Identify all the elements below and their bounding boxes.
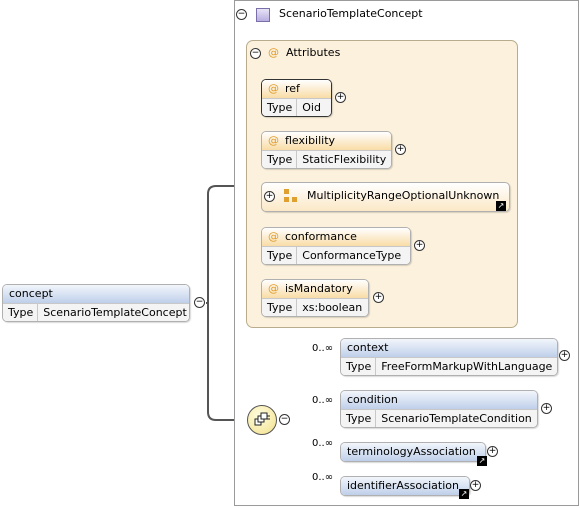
collapse-toggle-complex-type[interactable]: −: [236, 9, 247, 20]
type-key: Type: [262, 247, 298, 264]
type-key: Type: [341, 410, 377, 427]
type-value: ConformanceType: [302, 249, 402, 262]
occurrence-label: 0..∞: [312, 395, 334, 406]
attribute-group-icon: [284, 189, 297, 202]
attribute-ref[interactable]: @ ref Type Oid: [261, 79, 332, 117]
attribute-isMandatory[interactable]: @ isMandatory Type xs:boolean: [261, 279, 369, 317]
complex-type-icon: [256, 8, 270, 22]
type-value: FreeFormMarkupWithLanguage: [381, 360, 553, 373]
type-key: Type: [262, 299, 298, 316]
expand-toggle-isMandatory[interactable]: +: [373, 292, 384, 303]
attribute-conformance[interactable]: @ conformance Type ConformanceType: [261, 227, 411, 265]
attribute-name: ref: [285, 82, 300, 95]
expand-toggle-identifierAssociation[interactable]: +: [470, 480, 481, 491]
collapse-toggle-sequence[interactable]: −: [279, 414, 290, 425]
occurrence-label: 0..∞: [312, 438, 334, 449]
expand-toggle-conformance[interactable]: +: [414, 240, 425, 251]
collapse-toggle-concept[interactable]: −: [194, 297, 205, 308]
at-icon: @: [268, 82, 279, 95]
occurrence-label: 0..∞: [312, 472, 334, 483]
type-value: ScenarioTemplateCondition: [381, 412, 532, 425]
reference-arrow-icon[interactable]: ↗: [477, 456, 487, 466]
attribute-name: isMandatory: [285, 282, 353, 295]
attribute-name: conformance: [285, 230, 357, 243]
element-context[interactable]: context Type FreeFormMarkupWithLanguage: [340, 338, 558, 376]
element-condition[interactable]: condition Type ScenarioTemplateCondition: [340, 390, 538, 428]
type-key: Type: [262, 99, 298, 116]
element-name: context: [341, 339, 557, 357]
type-key: Type: [3, 304, 39, 321]
attribute-group-name: MultiplicityRangeOptionalUnknown: [307, 189, 500, 202]
type-row: Type ScenarioTemplateConcept: [3, 303, 189, 321]
element-terminologyAssociation[interactable]: terminologyAssociation: [340, 442, 486, 462]
at-icon: @: [268, 230, 279, 243]
expand-toggle-ref[interactable]: +: [335, 92, 346, 103]
at-icon: @: [268, 282, 279, 295]
collapse-toggle-attributes[interactable]: −: [250, 48, 261, 59]
reference-arrow-icon[interactable]: ↗: [496, 201, 506, 211]
expand-toggle-terminologyAssociation[interactable]: +: [487, 446, 498, 457]
type-key: Type: [341, 358, 377, 375]
attribute-flexibility[interactable]: @ flexibility Type StaticFlexibility: [261, 131, 392, 169]
expand-toggle-condition[interactable]: +: [541, 403, 552, 414]
attribute-name: flexibility: [285, 134, 336, 147]
element-name: condition: [341, 391, 537, 409]
expand-toggle-flexibility[interactable]: +: [395, 144, 406, 155]
sequence-icon[interactable]: [247, 405, 277, 435]
attributes-at-icon: @: [268, 46, 279, 59]
attributes-label: Attributes: [286, 46, 341, 59]
type-value: ScenarioTemplateConcept: [43, 306, 187, 319]
type-key: Type: [262, 151, 298, 168]
type-value: Oid: [302, 101, 321, 114]
type-value: xs:boolean: [302, 301, 363, 314]
reference-arrow-icon[interactable]: ↗: [459, 489, 469, 499]
element-name: terminologyAssociation: [341, 443, 485, 461]
occurrence-label: 0..∞: [312, 343, 334, 354]
complex-type-name: ScenarioTemplateConcept: [279, 7, 423, 20]
expand-toggle-attribute-group[interactable]: +: [264, 191, 275, 202]
expand-toggle-context[interactable]: +: [559, 350, 570, 361]
element-name: identifierAssociation: [341, 477, 469, 495]
element-name: concept: [3, 285, 189, 303]
at-icon: @: [268, 134, 279, 147]
type-value: StaticFlexibility: [302, 153, 387, 166]
element-identifierAssociation[interactable]: identifierAssociation: [340, 476, 470, 496]
root-element-concept[interactable]: concept Type ScenarioTemplateConcept: [2, 284, 190, 322]
